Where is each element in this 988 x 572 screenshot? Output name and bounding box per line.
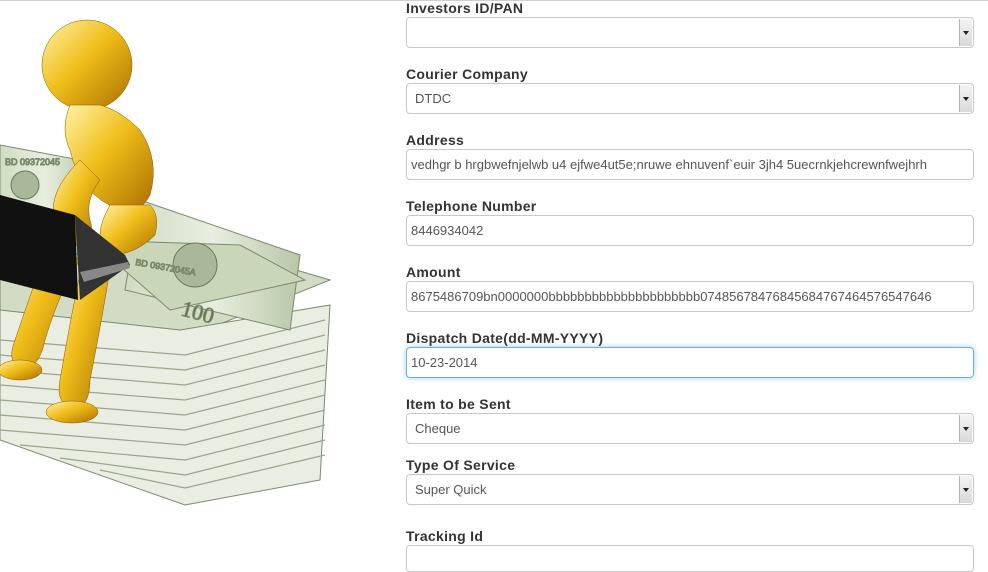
dispatch-date-label: Dispatch Date(dd-MM-YYYY) <box>406 330 604 346</box>
service-select[interactable]: Super Quick <box>406 474 974 505</box>
gold-figure-money-illustration: 100 BD 09372045 BD 09372045A <box>0 19 332 506</box>
dispatch-date-input[interactable]: 10-23-2014 <box>406 347 974 378</box>
svg-text:BD 09372045: BD 09372045 <box>5 157 60 167</box>
service-value: Super Quick <box>415 482 487 497</box>
tracking-input[interactable] <box>406 545 974 572</box>
chevron-down-icon[interactable] <box>959 476 972 503</box>
courier-company-value: DTDC <box>415 91 452 106</box>
courier-company-label: Courier Company <box>406 66 528 82</box>
address-label: Address <box>406 132 465 148</box>
chevron-down-icon[interactable] <box>959 85 972 112</box>
tracking-label: Tracking Id <box>406 528 484 544</box>
investors-id-select[interactable] <box>406 17 974 48</box>
amount-input[interactable]: 8675486709bn0000000bbbbbbbbbbbbbbbbbbbbb… <box>406 281 974 312</box>
service-label: Type Of Service <box>406 457 516 473</box>
telephone-label: Telephone Number <box>406 198 537 214</box>
amount-label: Amount <box>406 264 461 280</box>
address-input[interactable]: vedhgr b hrgbwefnjelwb u4 ejfwe4ut5e;nru… <box>406 149 974 180</box>
item-label: Item to be Sent <box>406 396 511 412</box>
chevron-down-icon[interactable] <box>959 19 972 46</box>
chevron-down-icon[interactable] <box>959 415 972 442</box>
address-value: vedhgr b hrgbwefnjelwb u4 ejfwe4ut5e;nru… <box>411 157 927 172</box>
amount-value: 8675486709bn0000000bbbbbbbbbbbbbbbbbbbbb… <box>411 289 932 304</box>
telephone-value: 8446934042 <box>411 223 484 238</box>
item-select[interactable]: Cheque <box>406 413 974 444</box>
telephone-input[interactable]: 8446934042 <box>406 215 974 246</box>
investors-id-label: Investors ID/PAN <box>406 0 524 16</box>
courier-company-select[interactable]: DTDC <box>406 83 974 114</box>
dispatch-date-value: 10-23-2014 <box>411 355 478 370</box>
item-value: Cheque <box>415 421 461 436</box>
